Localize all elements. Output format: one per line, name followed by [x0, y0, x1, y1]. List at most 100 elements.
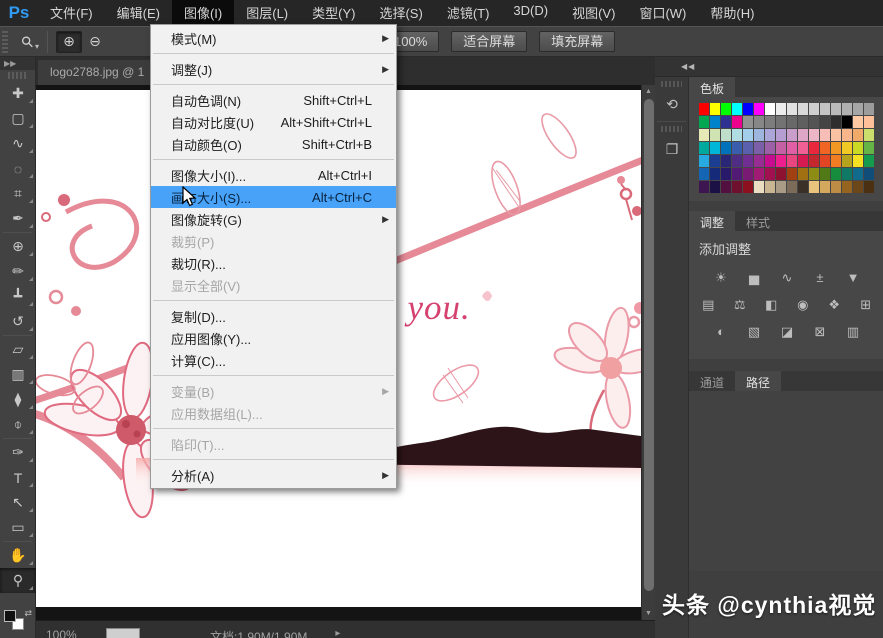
menubar-item-3DD[interactable]: 3D(D) — [501, 0, 560, 28]
vibrance-icon[interactable]: ▼ — [841, 268, 865, 287]
eyedropper-tool[interactable]: ✒ — [0, 206, 36, 231]
collapse-panels-button[interactable]: ◀◀ — [655, 57, 883, 77]
tab-adjustments[interactable]: 调整 — [689, 211, 735, 231]
swatch-0-15[interactable] — [864, 103, 874, 115]
swatch-0-13[interactable] — [842, 103, 852, 115]
swatch-4-3[interactable] — [732, 155, 742, 167]
foreground-color-chip[interactable] — [4, 610, 16, 622]
swatch-4-8[interactable] — [787, 155, 797, 167]
posterize-icon[interactable]: ▧ — [742, 322, 766, 341]
swatch-3-15[interactable] — [864, 142, 874, 154]
swatch-1-11[interactable] — [820, 116, 830, 128]
swatch-4-7[interactable] — [776, 155, 786, 167]
swatch-3-14[interactable] — [853, 142, 863, 154]
swatch-3-7[interactable] — [776, 142, 786, 154]
fit-screen-button[interactable]: 适合屏幕 — [451, 31, 527, 52]
swatch-5-13[interactable] — [842, 168, 852, 180]
quick-selection-tool[interactable]: ◌ — [0, 156, 36, 181]
swap-colors-icon[interactable]: ⇄ — [24, 608, 32, 619]
photo-filter-icon[interactable]: ◉ — [792, 295, 815, 314]
swatch-5-6[interactable] — [765, 168, 775, 180]
swatch-5-9[interactable] — [798, 168, 808, 180]
swatch-3-10[interactable] — [809, 142, 819, 154]
exposure-icon[interactable]: ± — [808, 268, 832, 287]
menu-item-6[interactable]: 自动颜色(O)Shift+Ctrl+B — [151, 133, 396, 155]
color-lookup-icon[interactable]: ⊞ — [855, 295, 878, 314]
swatch-3-11[interactable] — [820, 142, 830, 154]
move-tool[interactable]: ✚ — [0, 81, 36, 106]
swatch-4-0[interactable] — [699, 155, 709, 167]
swatch-6-7[interactable] — [776, 181, 786, 193]
scroll-down-icon[interactable]: ▼ — [642, 607, 655, 620]
swatch-5-11[interactable] — [820, 168, 830, 180]
menu-item-8[interactable]: 图像大小(I)...Alt+Ctrl+I — [151, 164, 396, 186]
eraser-tool[interactable]: ▱ — [0, 337, 36, 362]
swatch-6-8[interactable] — [787, 181, 797, 193]
scroll-up-icon[interactable]: ▲ — [642, 85, 655, 98]
swatch-5-7[interactable] — [776, 168, 786, 180]
swatch-5-15[interactable] — [864, 168, 874, 180]
3d-panel-icon[interactable]: ❐ — [655, 136, 689, 162]
tab-channels[interactable]: 通道 — [689, 371, 735, 391]
swatch-0-2[interactable] — [721, 103, 731, 115]
swatch-4-14[interactable] — [853, 155, 863, 167]
swatch-2-4[interactable] — [743, 129, 753, 141]
swatch-1-4[interactable] — [743, 116, 753, 128]
tab-styles[interactable]: 样式 — [735, 211, 781, 231]
menubar-item-W[interactable]: 窗口(W) — [627, 0, 698, 28]
swatch-6-2[interactable] — [721, 181, 731, 193]
swatch-4-4[interactable] — [743, 155, 753, 167]
swatch-5-10[interactable] — [809, 168, 819, 180]
swatch-5-2[interactable] — [721, 168, 731, 180]
zoom-tool-indicator[interactable]: ⚲ ▾ — [22, 33, 39, 51]
swatch-1-10[interactable] — [809, 116, 819, 128]
scrollbar-thumb[interactable] — [644, 99, 654, 591]
swatch-1-5[interactable] — [754, 116, 764, 128]
blur-tool[interactable]: ⧫ — [0, 387, 36, 412]
levels-icon[interactable]: ▅ — [742, 268, 766, 287]
menu-item-15[interactable]: 复制(D)... — [151, 305, 396, 327]
swatch-1-2[interactable] — [721, 116, 731, 128]
swatch-0-11[interactable] — [820, 103, 830, 115]
swatch-2-1[interactable] — [710, 129, 720, 141]
status-zoom-level[interactable]: 100% — [46, 628, 106, 638]
swatch-0-4[interactable] — [743, 103, 753, 115]
swatch-1-8[interactable] — [787, 116, 797, 128]
menu-item-17[interactable]: 计算(C)... — [151, 349, 396, 371]
fill-screen-button[interactable]: 填充屏幕 — [539, 31, 615, 52]
brightness-contrast-icon[interactable]: ☀ — [709, 268, 733, 287]
menubar-item-H[interactable]: 帮助(H) — [698, 0, 766, 28]
swatch-4-9[interactable] — [798, 155, 808, 167]
black-white-icon[interactable]: ◧ — [760, 295, 783, 314]
swatch-3-2[interactable] — [721, 142, 731, 154]
tab-swatches[interactable]: 色板 — [689, 77, 735, 97]
swatch-5-14[interactable] — [853, 168, 863, 180]
channel-mixer-icon[interactable]: ❖ — [823, 295, 846, 314]
zoom-in-button[interactable]: ⊕ — [56, 31, 82, 53]
crop-tool[interactable]: ⌗ — [0, 181, 36, 206]
swatch-6-3[interactable] — [732, 181, 742, 193]
swatch-4-11[interactable] — [820, 155, 830, 167]
zoom-tool[interactable]: ⚲ — [0, 568, 36, 593]
menu-item-2[interactable]: 调整(J)▶ — [151, 58, 396, 80]
swatch-0-8[interactable] — [787, 103, 797, 115]
swatch-2-0[interactable] — [699, 129, 709, 141]
swatch-0-0[interactable] — [699, 103, 709, 115]
clone-stamp-tool[interactable]: ┻ — [0, 284, 36, 309]
swatch-0-9[interactable] — [798, 103, 808, 115]
history-brush-tool[interactable]: ↺ — [0, 309, 36, 334]
swatch-5-3[interactable] — [732, 168, 742, 180]
swatch-3-3[interactable] — [732, 142, 742, 154]
swatch-1-9[interactable] — [798, 116, 808, 128]
menu-item-12[interactable]: 裁切(R)... — [151, 252, 396, 274]
swatch-3-13[interactable] — [842, 142, 852, 154]
swatch-5-0[interactable] — [699, 168, 709, 180]
type-tool[interactable]: T — [0, 465, 36, 490]
toolbar-expand-button[interactable]: ▶▶ — [0, 57, 35, 70]
swatch-2-7[interactable] — [776, 129, 786, 141]
swatch-6-0[interactable] — [699, 181, 709, 193]
swatch-6-4[interactable] — [743, 181, 753, 193]
swatch-6-13[interactable] — [842, 181, 852, 193]
swatch-5-4[interactable] — [743, 168, 753, 180]
swatch-3-9[interactable] — [798, 142, 808, 154]
